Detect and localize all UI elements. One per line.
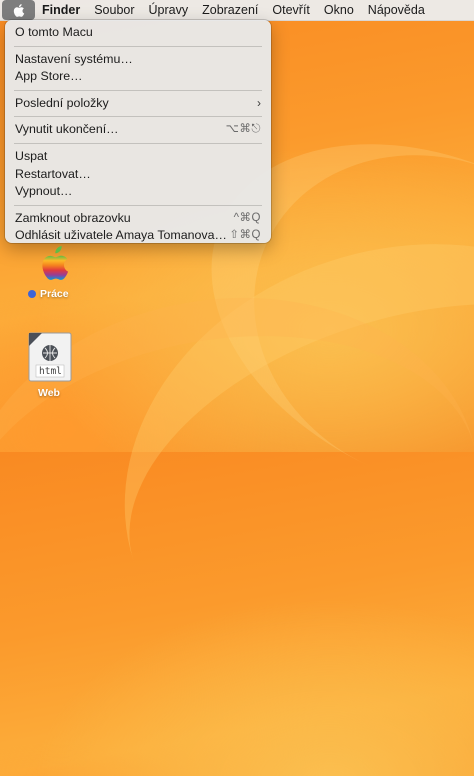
menu-item-about[interactable]: O tomto Macu (5, 24, 271, 42)
menu-finder[interactable]: Finder (35, 0, 87, 20)
menu-item-label: Restartovat… (15, 166, 91, 181)
apple-menu-button[interactable] (2, 0, 35, 20)
wallpaper-swoosh (0, 257, 474, 743)
menu-item-label: Uspat (15, 148, 48, 163)
menu-item-app-store[interactable]: App Store… (5, 68, 271, 86)
folder-label: Práce (28, 288, 69, 300)
menu-item-shut-down[interactable]: Vypnout… (5, 183, 271, 201)
menu-go[interactable]: Otevřít (265, 0, 317, 20)
menu-separator (14, 142, 262, 144)
menu-item-sleep[interactable]: Uspat (5, 148, 271, 166)
menu-item-label: Vypnout… (15, 184, 73, 199)
tag-dot-icon (28, 290, 36, 298)
menu-separator (14, 89, 262, 91)
folder-icon[interactable] (32, 243, 72, 285)
menu-item-force-quit[interactable]: Vynutit ukončení… ⌥⌘⎋ (5, 121, 271, 139)
menu-item-shortcut: ⇧⌘Q (229, 229, 261, 242)
wallpaper-swoosh (64, 174, 474, 776)
menu-item-label: App Store… (15, 69, 83, 84)
menu-item-system-settings[interactable]: Nastavení systému… (5, 51, 271, 69)
folder-name: Práce (40, 288, 69, 300)
chevron-right-icon: › (257, 95, 261, 110)
html-file-icon[interactable]: html (26, 332, 74, 382)
menu-item-label: Nastavení systému… (15, 51, 133, 66)
apple-dropdown-menu: O tomto Macu Nastavení systému… App Stor… (5, 20, 271, 243)
menu-file[interactable]: Soubor (87, 0, 141, 20)
menu-item-label: Vynutit ukončení… (15, 122, 119, 137)
menu-item-restart[interactable]: Restartovat… (5, 166, 271, 184)
menu-item-label: O tomto Macu (15, 25, 93, 39)
menu-item-shortcut: ^⌘Q (233, 211, 261, 224)
menu-separator (14, 204, 262, 206)
menu-item-recent-items[interactable]: Poslední položky › (5, 95, 271, 113)
menu-view[interactable]: Zobrazení (195, 0, 265, 20)
menu-separator (14, 45, 262, 47)
menu-item-label: Zamknout obrazovku (15, 210, 131, 225)
menu-help[interactable]: Nápověda (361, 0, 432, 20)
menu-bar: Finder Soubor Úpravy Zobrazení Otevřít O… (0, 0, 474, 21)
apple-logo-icon (13, 3, 25, 17)
menu-edit[interactable]: Úpravy (142, 0, 196, 20)
menu-window[interactable]: Okno (317, 0, 361, 20)
menu-separator (14, 116, 262, 118)
menu-item-label: Poslední položky (15, 95, 109, 110)
menu-item-lock-screen[interactable]: Zamknout obrazovku ^⌘Q (5, 210, 271, 228)
file-label: Web (38, 387, 60, 399)
file-badge: html (39, 366, 62, 377)
menu-item-shortcut: ⌥⌘⎋ (225, 123, 261, 136)
